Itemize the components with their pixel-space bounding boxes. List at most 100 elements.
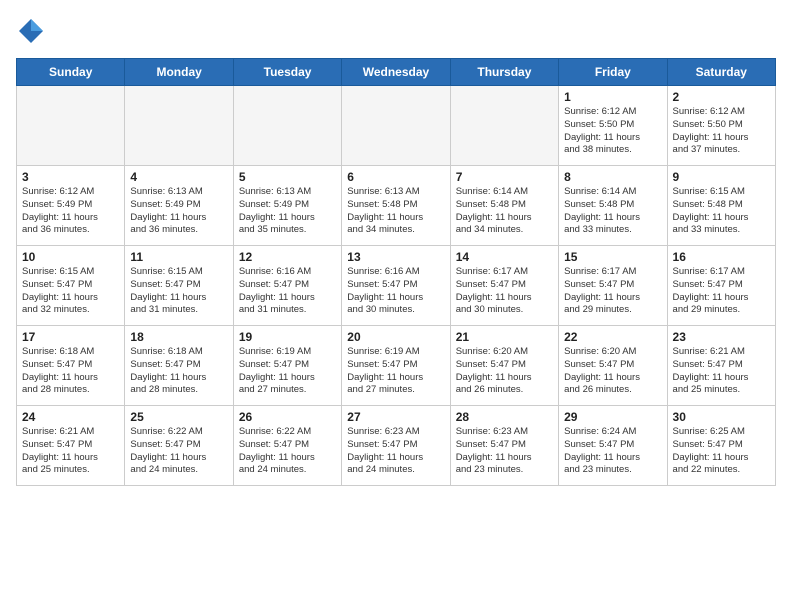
calendar-cell: 3Sunrise: 6:12 AM Sunset: 5:49 PM Daylig…: [17, 166, 125, 246]
day-number: 23: [673, 330, 770, 344]
calendar-cell: 24 Sunrise: 6:21 AM Sunset: 5:47 PM Dayli…: [17, 406, 125, 486]
day-number: 28: [456, 410, 553, 424]
day-number: 11: [130, 250, 227, 264]
calendar-cell: 15 Sunrise: 6:17 AM Sunset: 5:47 PM Dayli…: [559, 246, 667, 326]
cell-info: Sunrise: 6:17 AM Sunset: 5:47 PM Dayligh…: [564, 266, 661, 317]
calendar-week-row: 24 Sunrise: 6:21 AM Sunset: 5:47 PM Dayli…: [17, 406, 776, 486]
cell-info: Sunrise: 6:25 AM Sunset: 5:47 PM Dayligh…: [673, 426, 770, 477]
calendar-cell: 8Sunrise: 6:14 AM Sunset: 5:48 PM Daylig…: [559, 166, 667, 246]
cell-info: Sunrise: 6:12 AM Sunset: 5:50 PM Dayligh…: [673, 106, 770, 157]
calendar-cell: [125, 86, 233, 166]
day-number: 14: [456, 250, 553, 264]
calendar-cell: 14 Sunrise: 6:17 AM Sunset: 5:47 PM Dayli…: [450, 246, 558, 326]
calendar-cell: 19 Sunrise: 6:19 AM Sunset: 5:47 PM Dayli…: [233, 326, 341, 406]
cell-info: Sunrise: 6:17 AM Sunset: 5:47 PM Dayligh…: [673, 266, 770, 317]
cell-info: Sunrise: 6:15 AM Sunset: 5:48 PM Dayligh…: [673, 186, 770, 237]
calendar-cell: 13 Sunrise: 6:16 AM Sunset: 5:47 PM Dayli…: [342, 246, 450, 326]
calendar-cell: 2 Sunrise: 6:12 AM Sunset: 5:50 PM Daylig…: [667, 86, 775, 166]
cell-info: Sunrise: 6:18 AM Sunset: 5:47 PM Dayligh…: [130, 346, 227, 397]
day-number: 16: [673, 250, 770, 264]
cell-info: Sunrise: 6:16 AM Sunset: 5:47 PM Dayligh…: [239, 266, 336, 317]
calendar-cell: 21Sunrise: 6:20 AM Sunset: 5:47 PM Dayli…: [450, 326, 558, 406]
calendar-cell: 23Sunrise: 6:21 AM Sunset: 5:47 PM Dayli…: [667, 326, 775, 406]
logo-icon: [16, 16, 46, 46]
day-number: 19: [239, 330, 336, 344]
day-number: 10: [22, 250, 119, 264]
weekday-header: Tuesday: [233, 59, 341, 86]
calendar-cell: 25 Sunrise: 6:22 AM Sunset: 5:47 PM Dayli…: [125, 406, 233, 486]
cell-info: Sunrise: 6:22 AM Sunset: 5:47 PM Dayligh…: [239, 426, 336, 477]
cell-info: Sunrise: 6:13 AM Sunset: 5:49 PM Dayligh…: [130, 186, 227, 237]
calendar-cell: 11 Sunrise: 6:15 AM Sunset: 5:47 PM Dayli…: [125, 246, 233, 326]
cell-info: Sunrise: 6:20 AM Sunset: 5:47 PM Dayligh…: [456, 346, 553, 397]
calendar-cell: 5 Sunrise: 6:13 AM Sunset: 5:49 PM Daylig…: [233, 166, 341, 246]
calendar-cell: 7Sunrise: 6:14 AM Sunset: 5:48 PM Daylig…: [450, 166, 558, 246]
calendar-cell: 10 Sunrise: 6:15 AM Sunset: 5:47 PM Dayli…: [17, 246, 125, 326]
calendar-cell: 27 Sunrise: 6:23 AM Sunset: 5:47 PM Dayli…: [342, 406, 450, 486]
cell-info: Sunrise: 6:13 AM Sunset: 5:49 PM Dayligh…: [239, 186, 336, 237]
day-number: 13: [347, 250, 444, 264]
cell-info: Sunrise: 6:13 AM Sunset: 5:48 PM Dayligh…: [347, 186, 444, 237]
day-number: 18: [130, 330, 227, 344]
cell-info: Sunrise: 6:20 AM Sunset: 5:47 PM Dayligh…: [564, 346, 661, 397]
day-number: 5: [239, 170, 336, 184]
cell-info: Sunrise: 6:16 AM Sunset: 5:47 PM Dayligh…: [347, 266, 444, 317]
cell-info: Sunrise: 6:14 AM Sunset: 5:48 PM Dayligh…: [564, 186, 661, 237]
weekday-header: Saturday: [667, 59, 775, 86]
calendar-cell: 28 Sunrise: 6:23 AM Sunset: 5:47 PM Dayli…: [450, 406, 558, 486]
cell-info: Sunrise: 6:19 AM Sunset: 5:47 PM Dayligh…: [347, 346, 444, 397]
day-number: 25: [130, 410, 227, 424]
cell-info: Sunrise: 6:17 AM Sunset: 5:47 PM Dayligh…: [456, 266, 553, 317]
calendar-cell: 29 Sunrise: 6:24 AM Sunset: 5:47 PM Dayli…: [559, 406, 667, 486]
day-number: 29: [564, 410, 661, 424]
day-number: 24: [22, 410, 119, 424]
cell-info: Sunrise: 6:21 AM Sunset: 5:47 PM Dayligh…: [22, 426, 119, 477]
calendar-cell: [450, 86, 558, 166]
calendar-week-row: 10 Sunrise: 6:15 AM Sunset: 5:47 PM Dayli…: [17, 246, 776, 326]
weekday-header-row: SundayMondayTuesdayWednesdayThursdayFrid…: [17, 59, 776, 86]
calendar-week-row: 17Sunrise: 6:18 AM Sunset: 5:47 PM Dayli…: [17, 326, 776, 406]
calendar-cell: 18 Sunrise: 6:18 AM Sunset: 5:47 PM Dayli…: [125, 326, 233, 406]
calendar-cell: 6 Sunrise: 6:13 AM Sunset: 5:48 PM Daylig…: [342, 166, 450, 246]
weekday-header: Sunday: [17, 59, 125, 86]
calendar-cell: 16 Sunrise: 6:17 AM Sunset: 5:47 PM Dayli…: [667, 246, 775, 326]
day-number: 20: [347, 330, 444, 344]
calendar-table: SundayMondayTuesdayWednesdayThursdayFrid…: [16, 58, 776, 486]
day-number: 3: [22, 170, 119, 184]
calendar-cell: [342, 86, 450, 166]
cell-info: Sunrise: 6:15 AM Sunset: 5:47 PM Dayligh…: [22, 266, 119, 317]
day-number: 30: [673, 410, 770, 424]
cell-info: Sunrise: 6:12 AM Sunset: 5:50 PM Dayligh…: [564, 106, 661, 157]
page-header: [16, 16, 776, 46]
day-number: 6: [347, 170, 444, 184]
day-number: 26: [239, 410, 336, 424]
cell-info: Sunrise: 6:22 AM Sunset: 5:47 PM Dayligh…: [130, 426, 227, 477]
day-number: 4: [130, 170, 227, 184]
cell-info: Sunrise: 6:19 AM Sunset: 5:47 PM Dayligh…: [239, 346, 336, 397]
cell-info: Sunrise: 6:24 AM Sunset: 5:47 PM Dayligh…: [564, 426, 661, 477]
calendar-cell: [233, 86, 341, 166]
calendar-cell: [17, 86, 125, 166]
calendar-cell: 30 Sunrise: 6:25 AM Sunset: 5:47 PM Dayli…: [667, 406, 775, 486]
calendar-body: 1Sunrise: 6:12 AM Sunset: 5:50 PM Daylig…: [17, 86, 776, 486]
day-number: 9: [673, 170, 770, 184]
calendar-cell: 17Sunrise: 6:18 AM Sunset: 5:47 PM Dayli…: [17, 326, 125, 406]
calendar-week-row: 1Sunrise: 6:12 AM Sunset: 5:50 PM Daylig…: [17, 86, 776, 166]
weekday-header: Friday: [559, 59, 667, 86]
cell-info: Sunrise: 6:18 AM Sunset: 5:47 PM Dayligh…: [22, 346, 119, 397]
cell-info: Sunrise: 6:23 AM Sunset: 5:47 PM Dayligh…: [347, 426, 444, 477]
cell-info: Sunrise: 6:23 AM Sunset: 5:47 PM Dayligh…: [456, 426, 553, 477]
calendar-header: SundayMondayTuesdayWednesdayThursdayFrid…: [17, 59, 776, 86]
day-number: 15: [564, 250, 661, 264]
day-number: 7: [456, 170, 553, 184]
day-number: 22: [564, 330, 661, 344]
weekday-header: Monday: [125, 59, 233, 86]
calendar-cell: 12 Sunrise: 6:16 AM Sunset: 5:47 PM Dayli…: [233, 246, 341, 326]
calendar-cell: 20 Sunrise: 6:19 AM Sunset: 5:47 PM Dayli…: [342, 326, 450, 406]
weekday-header: Wednesday: [342, 59, 450, 86]
calendar-cell: 1Sunrise: 6:12 AM Sunset: 5:50 PM Daylig…: [559, 86, 667, 166]
day-number: 27: [347, 410, 444, 424]
day-number: 2: [673, 90, 770, 104]
cell-info: Sunrise: 6:15 AM Sunset: 5:47 PM Dayligh…: [130, 266, 227, 317]
day-number: 12: [239, 250, 336, 264]
